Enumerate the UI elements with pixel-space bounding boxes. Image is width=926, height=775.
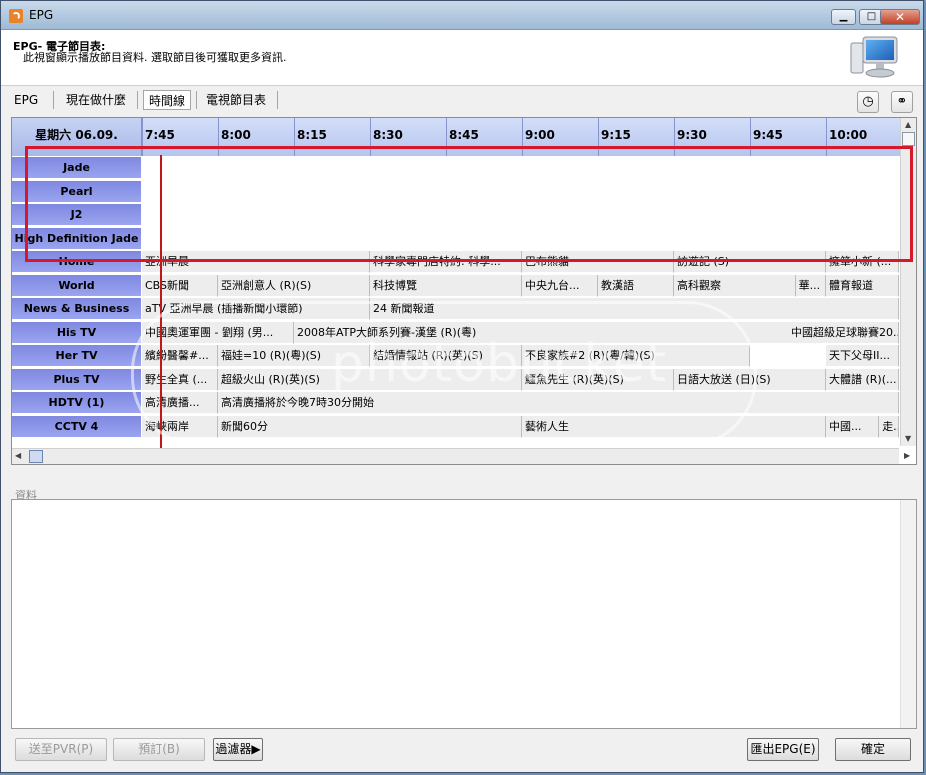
program-cell[interactable]: 繽紛醫馨#... — [142, 345, 218, 367]
tab-separator — [196, 91, 197, 109]
program-cell[interactable]: 擁箪小新 (... — [826, 251, 899, 273]
channel-label[interactable]: High Definition Jade — [12, 227, 141, 250]
program-cell[interactable]: 中國奧運軍團 - 劉翔 (男... — [142, 321, 294, 344]
program-cell[interactable]: 科學家專門店特約: 科學... — [370, 251, 522, 273]
program-cell[interactable]: 超級火山 (R)(英)(S) — [218, 368, 522, 391]
time-slot-header: 9:00 — [522, 118, 598, 156]
channel-label[interactable]: Her TV — [12, 345, 141, 367]
tab-now-playing[interactable]: 現在做什麼 — [61, 90, 131, 110]
channel-label[interactable]: World — [12, 274, 141, 297]
program-cell[interactable]: 華... — [795, 274, 826, 297]
program-cell[interactable]: 訪遊記 (S) — [674, 251, 826, 273]
program-cell[interactable]: 亞洲創意人 (R)(S) — [218, 274, 370, 297]
epg-timeline-grid: 星期六 06.09. 7:45 8:00 8:15 8:30 8:45 9:00 9:15 9… — [11, 117, 917, 465]
program-cell[interactable]: 新聞60分 — [218, 415, 522, 438]
channel-label[interactable]: HDTV (1) — [12, 392, 141, 414]
current-time-line — [160, 155, 162, 463]
scroll-up-arrow[interactable]: ▲ — [905, 120, 911, 129]
minimize-button[interactable]: ▁ — [831, 9, 856, 25]
time-slot-header: 9:15 — [598, 118, 674, 156]
horizontal-scrollbar[interactable]: ◀ ▶ — [12, 448, 910, 464]
epg-window: EPG ▁ □ ✕ EPG- 電子節目表: 此視窗顯示播放節目資料. 選取節目後… — [0, 0, 924, 773]
day-header: 星期六 06.09. — [12, 118, 142, 156]
send-to-pvr-button[interactable]: 送至PVR(P) — [15, 738, 107, 761]
program-cell[interactable]: 日語大放送 (日)(S) — [674, 368, 826, 391]
export-epg-button[interactable]: 匯出EPG(E) — [747, 738, 819, 761]
tab-epg[interactable]: EPG — [9, 90, 43, 110]
vertical-scrollbar[interactable]: ▲ ▼ — [900, 118, 916, 446]
channel-label[interactable]: His TV — [12, 321, 141, 344]
info-scrollbar[interactable] — [900, 500, 916, 728]
tab-separator — [53, 91, 54, 109]
program-cell[interactable]: 中國... — [826, 415, 880, 438]
program-cell[interactable]: 天下父母II... — [826, 345, 899, 367]
schedule-button[interactable]: 預訂(B) — [113, 738, 205, 761]
binoculars-icon[interactable]: ⚭ — [891, 91, 913, 113]
clock-icon[interactable]: ◷ — [857, 91, 879, 113]
program-cell[interactable]: 結婚情報站 (R)(英)(S) — [370, 345, 522, 367]
time-slot-header: 10:00 — [826, 118, 902, 156]
rss-app-icon — [9, 9, 23, 23]
scroll-thumb[interactable] — [902, 132, 915, 146]
time-slot-header: 9:45 — [750, 118, 826, 156]
scroll-left-arrow[interactable]: ◀ — [15, 451, 21, 460]
tab-tv-guide[interactable]: 電視節目表 — [201, 90, 271, 110]
program-cell[interactable]: 不良家族#2 (R)(粵/韓)(S) — [522, 345, 750, 367]
channel-label[interactable]: CCTV 4 — [12, 415, 141, 438]
time-slot-header: 7:45 — [142, 118, 218, 156]
time-slot-header: 9:30 — [674, 118, 750, 156]
program-cell[interactable]: 體育報道 — [826, 274, 899, 297]
program-cell[interactable]: 中央九台... — [522, 274, 598, 297]
info-panel — [11, 499, 917, 729]
tab-timeline[interactable]: 時間線 — [143, 90, 192, 110]
program-cell[interactable]: CBS新聞 — [142, 274, 218, 297]
channel-label[interactable]: J2 — [12, 204, 141, 226]
program-cell[interactable]: 鱷魚先生 (R)(英)(S) — [522, 368, 674, 391]
time-slot-header: 8:45 — [446, 118, 522, 156]
program-cell[interactable]: 24 新聞報道 — [370, 298, 899, 320]
time-slot-header: 8:15 — [294, 118, 370, 156]
program-cell[interactable]: 科技博覽 — [370, 274, 522, 297]
channel-label[interactable]: Plus TV — [12, 368, 141, 391]
program-cell[interactable]: 大體譜 (R)(... — [826, 368, 899, 391]
program-cell[interactable]: aTV 亞洲早晨 (插播新聞小環節) — [142, 298, 370, 320]
close-button[interactable]: ✕ — [880, 9, 920, 25]
program-cell[interactable]: 高清廣播... — [142, 392, 218, 414]
channel-label[interactable]: Pearl — [12, 180, 141, 203]
channel-label[interactable]: Jade — [12, 157, 141, 179]
tab-separator — [137, 91, 138, 109]
channel-label[interactable]: News & Business — [12, 298, 141, 320]
filter-button[interactable]: 過濾器▶ — [213, 738, 263, 761]
program-cell[interactable]: 中國超級足球聯賽20... — [788, 321, 899, 344]
scroll-thumb[interactable] — [29, 450, 43, 463]
program-cell[interactable]: 高科觀察 — [674, 274, 796, 297]
program-cell[interactable]: 海峽兩岸 — [142, 415, 218, 438]
ok-button[interactable]: 確定 — [835, 738, 911, 761]
monitor-icon — [850, 36, 898, 78]
title-bar[interactable]: EPG ▁ □ ✕ — [1, 1, 923, 30]
program-cell[interactable]: 野生全真 (... — [142, 368, 218, 391]
header-description: 此視窗顯示播放節目資料. 選取節目後可獲取更多資訊. — [23, 51, 287, 64]
time-slot-header: 8:30 — [370, 118, 446, 156]
header-panel: EPG- 電子節目表: 此視窗顯示播放節目資料. 選取節目後可獲取更多資訊. — [1, 30, 923, 86]
scroll-right-arrow[interactable]: ▶ — [904, 451, 910, 460]
program-cell[interactable]: 藝術人生 — [522, 415, 826, 438]
program-cell[interactable]: 教漢語 — [598, 274, 674, 297]
program-cell[interactable]: 巴布熊貓 — [522, 251, 674, 273]
program-cell[interactable]: 亞洲早晨 — [142, 251, 370, 273]
program-cell[interactable]: 走... — [879, 415, 899, 438]
tab-separator — [277, 91, 278, 109]
program-cell[interactable]: 福娃=10 (R)(粵)(S) — [218, 345, 370, 367]
time-slot-header: 8:00 — [218, 118, 294, 156]
channel-label[interactable]: Home — [12, 251, 141, 273]
tab-bar: EPG 現在做什麼 時間線 電視節目表 — [1, 86, 923, 116]
scroll-down-arrow[interactable]: ▼ — [905, 434, 911, 443]
program-cell[interactable]: 高清廣播將於今晚7時30分開始 — [218, 392, 899, 414]
window-title: EPG — [29, 8, 54, 22]
